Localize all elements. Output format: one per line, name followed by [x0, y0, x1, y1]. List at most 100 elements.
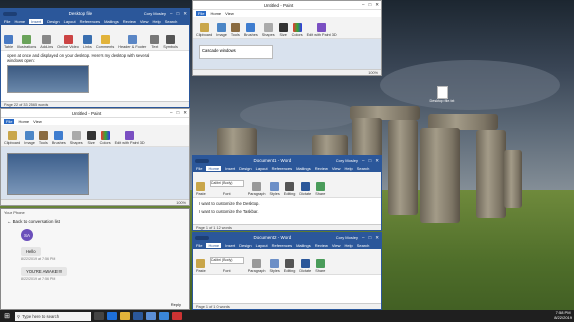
maximize-icon[interactable]: □ [369, 235, 372, 241]
ribbon-size[interactable]: Size [86, 126, 96, 145]
system-clock[interactable]: 7:58 PM 8/22/2019 [554, 311, 572, 320]
tab-file[interactable]: File [196, 11, 207, 16]
document-body[interactable] [193, 275, 381, 293]
ribbon-colors[interactable]: Colors [100, 126, 111, 145]
tab-view[interactable]: View [332, 166, 341, 171]
tab-file[interactable]: File [196, 243, 202, 248]
ribbon-brushes[interactable]: Brushes [244, 18, 258, 37]
ribbon-online-video[interactable]: Online Video [57, 26, 79, 49]
maximize-icon[interactable]: □ [177, 110, 180, 116]
tab-insert[interactable]: Insert [225, 243, 235, 248]
tab-view[interactable]: View [332, 243, 341, 248]
ribbon-size[interactable]: Size [278, 18, 288, 37]
autosave-toggle[interactable] [195, 235, 209, 240]
tab-help[interactable]: Help [152, 19, 160, 24]
minimize-icon[interactable]: – [362, 235, 365, 241]
edge-icon[interactable] [107, 312, 117, 320]
ribbon-clipboard[interactable]: Clipboard [196, 18, 212, 37]
word-window-desktop-file[interactable]: Desktop file Cory Mosley – □ ✕ File Home… [0, 8, 190, 108]
ribbon-image[interactable]: Image [216, 18, 227, 37]
tab-mailings[interactable]: Mailings [296, 166, 311, 171]
tab-help[interactable]: Help [344, 166, 352, 171]
file-explorer-icon[interactable] [120, 312, 130, 320]
maximize-icon[interactable]: □ [369, 158, 372, 164]
ribbon-paste[interactable]: Paste [196, 173, 206, 196]
word-window-document1[interactable]: Document1 - Word Cory Mosley – □ ✕ File Ho… [192, 155, 382, 231]
word-taskbar-icon[interactable] [133, 312, 143, 320]
document-body[interactable]: I want to customize the Desktop. I want … [193, 198, 381, 217]
ribbon-editing[interactable]: Editing [284, 250, 295, 273]
close-icon[interactable]: ✕ [375, 2, 379, 8]
ribbon-clipboard[interactable]: Clipboard [4, 126, 20, 145]
tab-mailings[interactable]: Mailings [104, 19, 119, 24]
tab-layout[interactable]: Layout [256, 166, 268, 171]
tab-design[interactable]: Design [47, 19, 59, 24]
tab-references[interactable]: References [80, 19, 100, 24]
tab-insert[interactable]: Insert [29, 19, 44, 24]
tab-home[interactable]: Home [14, 19, 25, 24]
ribbon-share[interactable]: Share [315, 173, 325, 196]
ribbon-illustrations[interactable]: Illustrations [17, 26, 36, 49]
maximize-icon[interactable]: □ [177, 11, 180, 17]
paint-window-top[interactable]: Untitled - Paint – □ ✕ File Home View Clip… [192, 0, 382, 76]
autosave-toggle[interactable] [195, 158, 209, 163]
tab-design[interactable]: Design [239, 166, 251, 171]
minimize-icon[interactable]: – [362, 2, 365, 8]
taskbar-search-box[interactable]: ⚲ Type here to search [15, 311, 91, 321]
paint-window-middle[interactable]: Untitled - Paint – □ ✕ File Home View Clip… [0, 108, 190, 206]
tab-references[interactable]: References [272, 243, 292, 248]
tab-review[interactable]: Review [315, 166, 328, 171]
tab-home[interactable]: Home [18, 119, 29, 124]
autosave-toggle[interactable] [3, 11, 17, 16]
close-icon[interactable]: ✕ [375, 158, 379, 164]
tab-search[interactable]: Search [357, 166, 370, 171]
close-icon[interactable]: ✕ [183, 110, 187, 116]
canvas[interactable]: Cascade windows [199, 45, 273, 59]
app-taskbar-icon[interactable] [172, 312, 182, 320]
ribbon-tools[interactable]: Tools [230, 18, 240, 37]
ribbon-paint3d[interactable]: Edit with Paint 3D [307, 18, 337, 37]
tab-file[interactable]: File [4, 19, 10, 24]
minimize-icon[interactable]: – [170, 11, 173, 17]
windows-start-icon[interactable]: ⊞ [2, 312, 12, 320]
ribbon-styles[interactable]: Styles [269, 173, 280, 196]
ribbon-table[interactable]: Table [4, 26, 13, 49]
ribbon-add-ins[interactable]: Add-ins [40, 26, 53, 49]
tab-view[interactable]: View [33, 119, 42, 124]
tab-mailings[interactable]: Mailings [296, 243, 311, 248]
task-view-icon[interactable] [94, 312, 104, 320]
ribbon-dictate[interactable]: Dictate [299, 173, 311, 196]
tab-review[interactable]: Review [123, 19, 136, 24]
ribbon-comments[interactable]: Comments [96, 26, 114, 49]
canvas-area[interactable]: Cascade windows [193, 39, 381, 69]
back-to-conversations-link[interactable]: ← Back to conversation list [1, 216, 189, 227]
tab-layout[interactable]: Layout [256, 243, 268, 248]
ribbon-brushes[interactable]: Brushes [52, 126, 66, 145]
ribbon-styles[interactable]: Styles [269, 250, 280, 273]
close-icon[interactable]: ✕ [183, 11, 187, 17]
ribbon-paint3d[interactable]: Edit with Paint 3D [115, 126, 145, 145]
ribbon-shapes[interactable]: Shapes [262, 18, 275, 37]
close-icon[interactable]: ✕ [375, 235, 379, 241]
ribbon-dictate[interactable]: Dictate [299, 250, 311, 273]
tab-help[interactable]: Help [344, 243, 352, 248]
ribbon-text[interactable]: Text [150, 26, 160, 49]
document-body[interactable]: open at once and displayed on your deskt… [1, 51, 189, 95]
ribbon-editing[interactable]: Editing [284, 173, 295, 196]
ribbon-paragraph[interactable]: Paragraph [248, 250, 265, 273]
ribbon-font[interactable]: Calibri (Body) Font [209, 173, 244, 196]
tab-view[interactable]: View [225, 11, 234, 16]
ribbon-colors[interactable]: Colors [292, 18, 303, 37]
canvas-image[interactable] [7, 153, 89, 195]
tab-references[interactable]: References [272, 166, 292, 171]
maximize-icon[interactable]: □ [369, 2, 372, 8]
ribbon-shapes[interactable]: Shapes [70, 126, 83, 145]
word-window-document2[interactable]: Document2 - Word Cory Mosley – □ ✕ File Ho… [192, 232, 382, 310]
tab-home[interactable]: Home [206, 243, 222, 248]
your-phone-taskbar-icon[interactable] [159, 312, 169, 320]
ribbon-tools[interactable]: Tools [38, 126, 48, 145]
tab-search[interactable]: Search [165, 19, 178, 24]
minimize-icon[interactable]: – [170, 110, 173, 116]
ribbon-font[interactable]: Calibri (Body) Font [209, 250, 244, 273]
tab-file[interactable]: File [4, 119, 15, 124]
